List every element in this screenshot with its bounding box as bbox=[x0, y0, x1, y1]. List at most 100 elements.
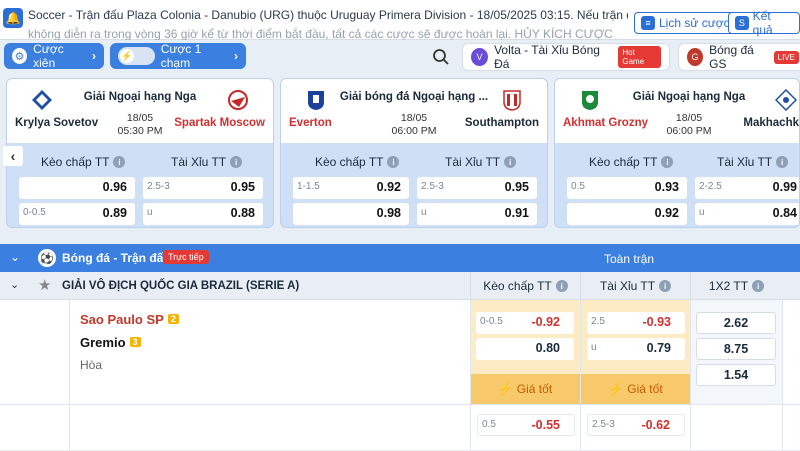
star-icon[interactable]: ★ bbox=[38, 276, 51, 294]
odds-cell[interactable]: 0.5 0.93 bbox=[567, 177, 687, 199]
best-price-button[interactable]: ⚡ Giá tốt bbox=[581, 374, 690, 404]
results-button[interactable]: S Kết quả bbox=[728, 9, 800, 37]
column-divider bbox=[580, 300, 581, 450]
info-icon[interactable]: i bbox=[504, 156, 517, 168]
chevron-left-icon[interactable]: ‹ bbox=[3, 146, 23, 166]
odds-line: 1-1.5 bbox=[297, 181, 320, 192]
over-under-label: Tài Xỉu TT bbox=[171, 155, 227, 169]
one-click-label: Cược 1 chạm bbox=[160, 42, 202, 70]
odds-cell[interactable]: 0.80 bbox=[476, 338, 574, 360]
featured-matches: ‹ Giải Ngoại hạng Nga Krylya Sovetov Spa… bbox=[0, 78, 800, 230]
info-icon[interactable]: i bbox=[387, 156, 400, 168]
match-card[interactable]: Giải bóng đá Ngoại hạng ... Everton Sout… bbox=[280, 78, 548, 228]
odds-cell[interactable]: 1-1.5 0.92 bbox=[293, 177, 409, 199]
odds-line: 2.5-3 bbox=[147, 181, 170, 192]
toggle-switch[interactable]: ⚡ bbox=[118, 47, 155, 65]
odds-cell[interactable]: 0.98 bbox=[293, 203, 409, 225]
bet-history-label: Lịch sử cược bbox=[659, 16, 730, 30]
odds-cell[interactable]: 2.5 -0.93 bbox=[587, 312, 685, 334]
odds-cell[interactable]: u 0.84 bbox=[695, 203, 799, 225]
odds-cell[interactable]: 0-0.5 0.89 bbox=[19, 203, 135, 225]
odds-line: u bbox=[147, 207, 153, 218]
odds-value: 0.89 bbox=[102, 206, 127, 220]
handicap-col-label: Kèo chấp TT bbox=[483, 279, 552, 293]
results-label: Kết quả bbox=[752, 9, 773, 37]
chevron-right-icon: › bbox=[92, 49, 96, 63]
match-card[interactable]: Giải Ngoại hạng Nga Akhmat Grozny Makhac… bbox=[554, 78, 800, 228]
odds-cell[interactable]: u 0.79 bbox=[587, 338, 685, 360]
over-under-label: Tài Xỉu TT bbox=[445, 155, 501, 169]
home-team[interactable]: Sao Paulo SP 2 bbox=[80, 312, 179, 327]
info-icon[interactable]: i bbox=[752, 280, 765, 292]
away-team[interactable]: Gremio 3 bbox=[80, 335, 141, 350]
odds-draw[interactable]: 1.54 bbox=[696, 364, 776, 386]
league-title: GIẢI VÔ ĐỊCH QUỐC GIA BRAZIL (SERIE A) bbox=[62, 280, 300, 292]
match-date: 18/05 bbox=[126, 112, 154, 124]
odds-value: -0.93 bbox=[642, 315, 672, 329]
gs-label: Bóng đá GS bbox=[709, 43, 754, 71]
over-under-column: 2.5 -0.93 u 0.79 ⚡ Giá tốt bbox=[581, 300, 690, 404]
search-icon[interactable] bbox=[432, 48, 450, 66]
chevron-down-icon[interactable]: ⌄ bbox=[10, 278, 19, 291]
handicap-header: Kèo chấp TT i bbox=[589, 155, 674, 169]
parlay-button[interactable]: ⚙ Cược xiên › bbox=[4, 42, 104, 70]
odds-cell[interactable]: 0.5 -0.55 bbox=[477, 414, 575, 436]
gs-football-shortcut[interactable]: G Bóng đá GS LIVE bbox=[678, 43, 800, 71]
odds-home-win[interactable]: 2.62 bbox=[696, 312, 776, 334]
best-price-button[interactable]: ⚡ Giá tốt bbox=[470, 374, 580, 404]
odds-away-win[interactable]: 8.75 bbox=[696, 338, 776, 360]
odds-cell[interactable]: u 0.91 bbox=[417, 203, 537, 225]
odds-value: 0.84 bbox=[772, 206, 797, 220]
odds-value: -0.55 bbox=[531, 418, 561, 432]
ticker-line-1: Soccer - Trận đấu Plaza Colonia - Danubi… bbox=[28, 8, 628, 22]
odds-value: 0.80 bbox=[535, 341, 560, 355]
info-icon[interactable]: i bbox=[659, 280, 672, 292]
odds-value: 0.95 bbox=[504, 180, 529, 194]
odds-cell[interactable]: 2-2.5 0.99 bbox=[695, 177, 799, 199]
info-icon[interactable]: i bbox=[661, 156, 674, 168]
odds-cell[interactable]: 2.5-3 0.95 bbox=[417, 177, 537, 199]
section-header[interactable]: ⌄ ⚽ Bóng đá - Trận đấu Trực tiếp Toàn tr… bbox=[0, 244, 800, 272]
info-icon[interactable]: i bbox=[230, 156, 243, 168]
over-under-label: Tài Xỉu TT bbox=[717, 155, 773, 169]
info-icon[interactable]: i bbox=[113, 156, 126, 168]
odds-cell[interactable]: 0.96 bbox=[19, 177, 135, 199]
bet-history-button[interactable]: ≡ Lịch sử cược bbox=[634, 12, 737, 34]
red-card-badge: 2 bbox=[167, 314, 179, 324]
column-divider bbox=[690, 300, 691, 450]
one-click-bet-toggle[interactable]: ⚡ Cược 1 chạm › bbox=[110, 42, 246, 70]
volta-logo-icon: V bbox=[471, 48, 489, 66]
info-icon[interactable]: i bbox=[776, 156, 789, 168]
match-row: 0.5 -0.55 2.5-3 -0.62 bbox=[0, 404, 800, 451]
odds-line: 0-0.5 bbox=[480, 316, 503, 327]
odds-cell[interactable]: 0-0.5 -0.92 bbox=[476, 312, 574, 334]
odds-line: 0.5 bbox=[571, 181, 585, 192]
1x2-col-label: 1X2 TT bbox=[708, 279, 749, 293]
lightning-icon: ⚡ bbox=[608, 382, 624, 396]
gs-logo-icon: G bbox=[687, 48, 704, 66]
match-time: 06:00 PM bbox=[666, 125, 712, 137]
top-bar: 🔔 Soccer - Trận đấu Plaza Colonia - Danu… bbox=[0, 0, 800, 40]
1x2-column-header: 1X2 TT i bbox=[690, 272, 782, 300]
match-card[interactable]: Giải Ngoại hạng Nga Krylya Sovetov Spart… bbox=[6, 78, 274, 228]
chevron-down-icon[interactable]: ⌄ bbox=[10, 250, 20, 264]
odds-value: -0.62 bbox=[641, 418, 671, 432]
odds-cell[interactable]: 2.5-3 -0.62 bbox=[587, 414, 685, 436]
bell-icon[interactable]: 🔔 bbox=[3, 8, 23, 28]
match-time-cell bbox=[0, 300, 70, 404]
odds-cell[interactable]: 2.5-3 0.95 bbox=[143, 177, 263, 199]
odds-value: -0.92 bbox=[531, 315, 561, 329]
info-icon[interactable]: i bbox=[555, 280, 568, 292]
volta-shortcut[interactable]: V Volta - Tài Xỉu Bóng Đá Hot Game bbox=[462, 43, 670, 71]
odds-line: u bbox=[591, 342, 597, 353]
full-match-header: Toàn trận bbox=[604, 252, 655, 266]
handicap-column: 0-0.5 -0.92 0.80 ⚡ Giá tốt bbox=[470, 300, 580, 404]
odds-value: 0.96 bbox=[102, 180, 127, 194]
handicap-header: Kèo chấp TT i bbox=[315, 155, 400, 169]
odds-cell[interactable]: 0.92 bbox=[567, 203, 687, 225]
odds-value: 0.92 bbox=[654, 206, 679, 220]
live-badge: Trực tiếp bbox=[163, 250, 209, 264]
odds-cell[interactable]: u 0.88 bbox=[143, 203, 263, 225]
draw-label: Hòa bbox=[80, 358, 103, 372]
match-time-cell bbox=[0, 405, 70, 451]
